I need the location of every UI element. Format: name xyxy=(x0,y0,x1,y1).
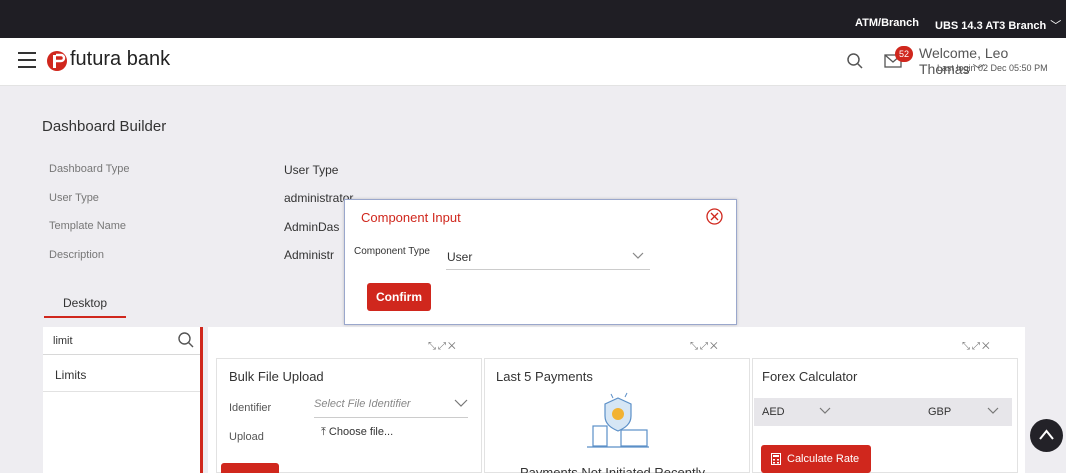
field-label-dashboard-type: Dashboard Type xyxy=(49,163,130,175)
identifier-placeholder: Select File Identifier xyxy=(314,398,411,410)
search-icon[interactable] xyxy=(177,331,195,349)
calculate-rate-button[interactable]: Calculate Rate xyxy=(761,445,871,473)
chevron-down-icon[interactable] xyxy=(987,407,999,415)
header: futura bank 52 Welcome, Leo Thomas ﹀ Last… xyxy=(0,38,1066,86)
chevron-down-icon: ﹀ xyxy=(1050,20,1062,32)
field-label-description: Description xyxy=(49,249,105,261)
choose-file-label: Choose file... xyxy=(328,426,394,438)
field-value-dashboard-type: User Type xyxy=(284,163,339,177)
last-login: Last login 02 Dec 05:50 PM xyxy=(937,63,1048,73)
card-controls[interactable]: ⤡⤢✕ xyxy=(428,341,458,352)
hamburger-icon[interactable] xyxy=(18,52,36,68)
card-controls[interactable]: ⤡⤢✕ xyxy=(690,341,720,352)
component-type-select[interactable]: User xyxy=(446,246,650,270)
divider xyxy=(43,391,200,392)
component-search-input[interactable]: limit xyxy=(53,335,73,347)
divider xyxy=(43,354,200,355)
modal-title: Component Input xyxy=(361,210,461,225)
card-title-forex: Forex Calculator xyxy=(762,369,858,384)
atm-branch-link[interactable]: ATM/Branch xyxy=(855,17,919,29)
card-controls[interactable]: ⤡⤢✕ xyxy=(962,341,992,352)
field-label-template-name: Template Name xyxy=(49,220,127,232)
card-title-last-payments: Last 5 Payments xyxy=(496,369,593,384)
calculate-rate-label: Calculate Rate xyxy=(787,453,860,465)
welcome-menu[interactable]: Welcome, Leo Thomas ﹀ xyxy=(919,45,1066,78)
upload-button[interactable] xyxy=(221,463,279,473)
bank-name: futura bank xyxy=(70,48,171,70)
page-title: Dashboard Builder xyxy=(42,118,167,135)
field-value-template-name: AdminDas xyxy=(284,220,340,234)
calculator-icon xyxy=(771,453,781,465)
payments-empty-text: Payments Not Initiated Recently xyxy=(520,465,705,473)
futura-logo-icon xyxy=(47,51,67,71)
component-input-modal: Component Input Component Type User Conf… xyxy=(344,199,737,325)
mail-badge: 52 xyxy=(895,46,913,62)
field-value-description: Administr xyxy=(284,248,335,262)
search-icon[interactable] xyxy=(846,52,864,70)
field-value-user-type: administrator xyxy=(284,191,354,205)
card-title-bulk-upload: Bulk File Upload xyxy=(229,369,324,384)
chevron-down-icon[interactable] xyxy=(819,407,831,415)
list-item-limits[interactable]: Limits xyxy=(55,368,86,382)
close-circle-icon[interactable] xyxy=(706,208,723,225)
choose-file-button[interactable]: ⤒ Choose file... xyxy=(321,426,393,439)
branch-name: UBS 14.3 AT3 Branch xyxy=(935,20,1047,32)
chevron-down-icon xyxy=(632,252,644,259)
field-label-user-type: User Type xyxy=(49,192,99,204)
payments-illustration-icon xyxy=(587,392,649,448)
tab-desktop[interactable]: Desktop xyxy=(44,290,126,318)
chevron-up-icon xyxy=(1039,429,1054,440)
branch-selector[interactable]: UBS 14.3 AT3 Branch ﹀ xyxy=(935,17,1061,33)
currency-row: AED GBP xyxy=(754,398,1012,426)
upload-label: Upload xyxy=(229,431,264,443)
component-list-panel: limit Limits xyxy=(43,327,203,473)
component-type-label: Component Type xyxy=(354,246,430,257)
to-currency-select[interactable]: GBP xyxy=(928,406,951,418)
scroll-top-button[interactable] xyxy=(1030,419,1063,452)
file-identifier-select[interactable]: Select File Identifier xyxy=(314,398,468,418)
top-bar: ATM/Branch UBS 14.3 AT3 Branch ﹀ xyxy=(0,0,1066,38)
component-type-value: User xyxy=(447,250,473,264)
from-currency-select[interactable]: AED xyxy=(762,406,785,418)
chevron-down-icon xyxy=(454,399,468,407)
upload-icon: ⤒ xyxy=(321,426,329,438)
identifier-label: Identifier xyxy=(229,402,272,414)
confirm-button[interactable]: Confirm xyxy=(367,283,431,311)
